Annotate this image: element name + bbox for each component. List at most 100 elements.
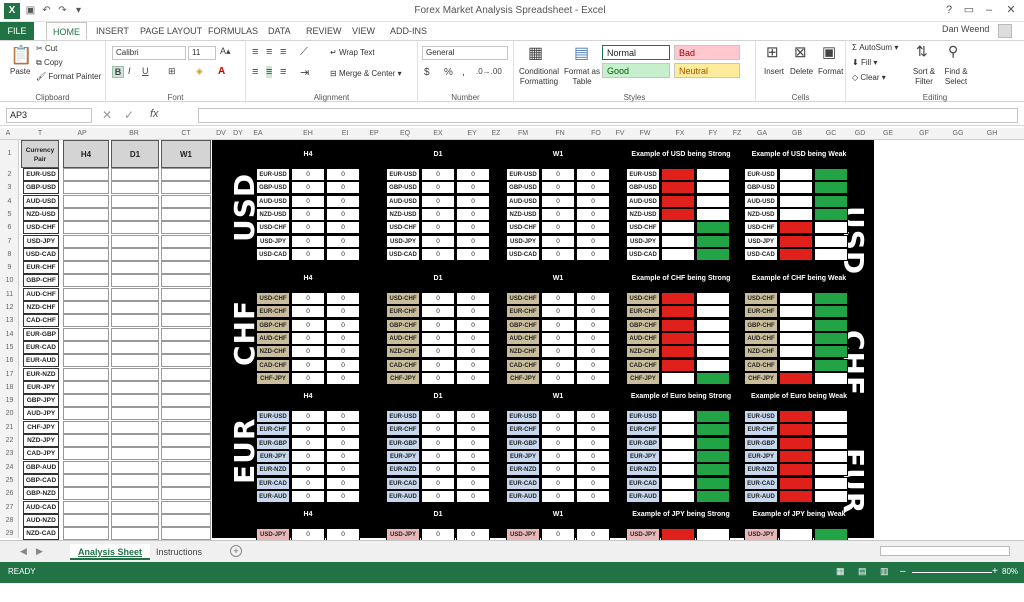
- horizontal-scrollbar[interactable]: [880, 546, 1010, 556]
- input-cell[interactable]: [111, 527, 159, 541]
- input-cell[interactable]: [111, 340, 159, 354]
- font-size-select[interactable]: 11: [188, 46, 216, 60]
- input-cell[interactable]: [161, 500, 211, 514]
- tab-home[interactable]: HOME: [46, 22, 87, 40]
- value-cell[interactable]: 0: [576, 436, 610, 450]
- input-cell[interactable]: [161, 487, 211, 501]
- page-break-view-icon[interactable]: ▥: [880, 566, 889, 577]
- column-header[interactable]: CT: [176, 128, 196, 140]
- input-cell[interactable]: [111, 261, 159, 275]
- row-header[interactable]: 20: [0, 407, 19, 420]
- style-neutral[interactable]: Neutral: [674, 63, 740, 78]
- align-right-icon[interactable]: ≡: [280, 66, 286, 78]
- value-cell[interactable]: 0: [326, 410, 360, 423]
- customize-qat-icon[interactable]: ▾: [72, 4, 85, 17]
- number-format-select[interactable]: General: [422, 46, 508, 60]
- column-header[interactable]: EH: [298, 128, 318, 140]
- page-layout-view-icon[interactable]: ▤: [858, 566, 867, 577]
- value-cell[interactable]: 0: [326, 489, 360, 503]
- input-cell[interactable]: [111, 367, 159, 381]
- format-cells-icon[interactable]: ▣: [822, 43, 836, 61]
- value-cell[interactable]: 0: [291, 234, 325, 248]
- cancel-icon[interactable]: ✕: [102, 108, 112, 122]
- value-cell[interactable]: 0: [291, 345, 325, 359]
- input-cell[interactable]: [161, 261, 211, 275]
- value-cell[interactable]: 0: [421, 247, 455, 261]
- input-cell[interactable]: [161, 354, 211, 368]
- value-cell[interactable]: 0: [326, 221, 360, 235]
- value-cell[interactable]: 0: [576, 318, 610, 332]
- tab-review[interactable]: REVIEW: [300, 22, 348, 40]
- user-name[interactable]: Dan Weend: [942, 24, 989, 34]
- input-cell[interactable]: [63, 420, 109, 434]
- value-cell[interactable]: 0: [576, 305, 610, 319]
- conditional-formatting-button[interactable]: Conditional Formatting: [516, 67, 562, 87]
- value-cell[interactable]: 0: [541, 463, 575, 477]
- input-cell[interactable]: [63, 301, 109, 314]
- prev-sheet-icon[interactable]: ◀: [20, 546, 27, 557]
- input-cell[interactable]: [63, 487, 109, 501]
- row-header[interactable]: 2: [0, 168, 19, 181]
- paste-button[interactable]: Paste: [10, 67, 30, 76]
- value-cell[interactable]: 0: [326, 207, 360, 221]
- value-cell[interactable]: 0: [326, 463, 360, 477]
- tab-view[interactable]: VIEW: [346, 22, 381, 40]
- value-cell[interactable]: 0: [421, 436, 455, 450]
- input-cell[interactable]: [63, 513, 109, 527]
- column-header[interactable]: GE: [878, 128, 898, 140]
- input-cell[interactable]: [161, 367, 211, 381]
- avatar[interactable]: [998, 24, 1012, 38]
- value-cell[interactable]: 0: [456, 305, 490, 319]
- row-header[interactable]: 27: [0, 501, 19, 514]
- input-cell[interactable]: [161, 434, 211, 447]
- value-cell[interactable]: 0: [421, 207, 455, 221]
- value-cell[interactable]: 0: [541, 371, 575, 385]
- value-cell[interactable]: 0: [291, 331, 325, 345]
- value-cell[interactable]: 0: [421, 292, 455, 305]
- value-cell[interactable]: 0: [541, 247, 575, 261]
- row-header[interactable]: 4: [0, 195, 19, 208]
- value-cell[interactable]: 0: [326, 371, 360, 385]
- align-top-icon[interactable]: ≡: [252, 46, 258, 58]
- value-cell[interactable]: 0: [576, 168, 610, 181]
- zoom-slider[interactable]: [912, 572, 992, 573]
- align-left-icon[interactable]: ≡: [252, 66, 258, 78]
- paste-icon[interactable]: 📋: [10, 45, 32, 66]
- input-cell[interactable]: [111, 473, 159, 487]
- value-cell[interactable]: 0: [326, 476, 360, 490]
- value-cell[interactable]: 0: [576, 331, 610, 345]
- value-cell[interactable]: 0: [421, 371, 455, 385]
- value-cell[interactable]: 0: [541, 234, 575, 248]
- clear-button[interactable]: ◇ Clear ▾: [852, 73, 886, 82]
- input-cell[interactable]: [161, 301, 211, 314]
- input-cell[interactable]: [111, 407, 159, 421]
- value-cell[interactable]: 0: [291, 207, 325, 221]
- close-button[interactable]: ✕: [1000, 2, 1022, 18]
- increase-font-icon[interactable]: A▴: [220, 46, 231, 57]
- value-cell[interactable]: 0: [576, 207, 610, 221]
- value-cell[interactable]: 0: [576, 358, 610, 372]
- value-cell[interactable]: 0: [291, 194, 325, 208]
- value-cell[interactable]: 0: [576, 410, 610, 423]
- value-cell[interactable]: 0: [291, 463, 325, 477]
- value-cell[interactable]: 0: [456, 207, 490, 221]
- value-cell[interactable]: 0: [541, 221, 575, 235]
- redo-icon[interactable]: ↷: [56, 4, 69, 17]
- value-cell[interactable]: 0: [291, 181, 325, 195]
- align-middle-icon[interactable]: ≡: [266, 46, 272, 58]
- input-cell[interactable]: [161, 327, 211, 341]
- conditional-formatting-icon[interactable]: ▦: [528, 43, 543, 63]
- ribbon-display-icon[interactable]: ▭: [958, 2, 980, 18]
- input-cell[interactable]: [111, 394, 159, 408]
- format-painter-button[interactable]: 🖌 Format Painter: [36, 72, 101, 81]
- value-cell[interactable]: 0: [291, 305, 325, 319]
- save-icon[interactable]: ▣: [24, 4, 37, 17]
- input-cell[interactable]: [161, 274, 211, 288]
- input-cell[interactable]: [63, 261, 109, 275]
- column-header[interactable]: GC: [821, 128, 841, 140]
- input-cell[interactable]: [63, 380, 109, 394]
- help-icon[interactable]: ?: [938, 2, 960, 18]
- input-cell[interactable]: [63, 447, 109, 461]
- value-cell[interactable]: 0: [421, 358, 455, 372]
- value-cell[interactable]: 0: [421, 305, 455, 319]
